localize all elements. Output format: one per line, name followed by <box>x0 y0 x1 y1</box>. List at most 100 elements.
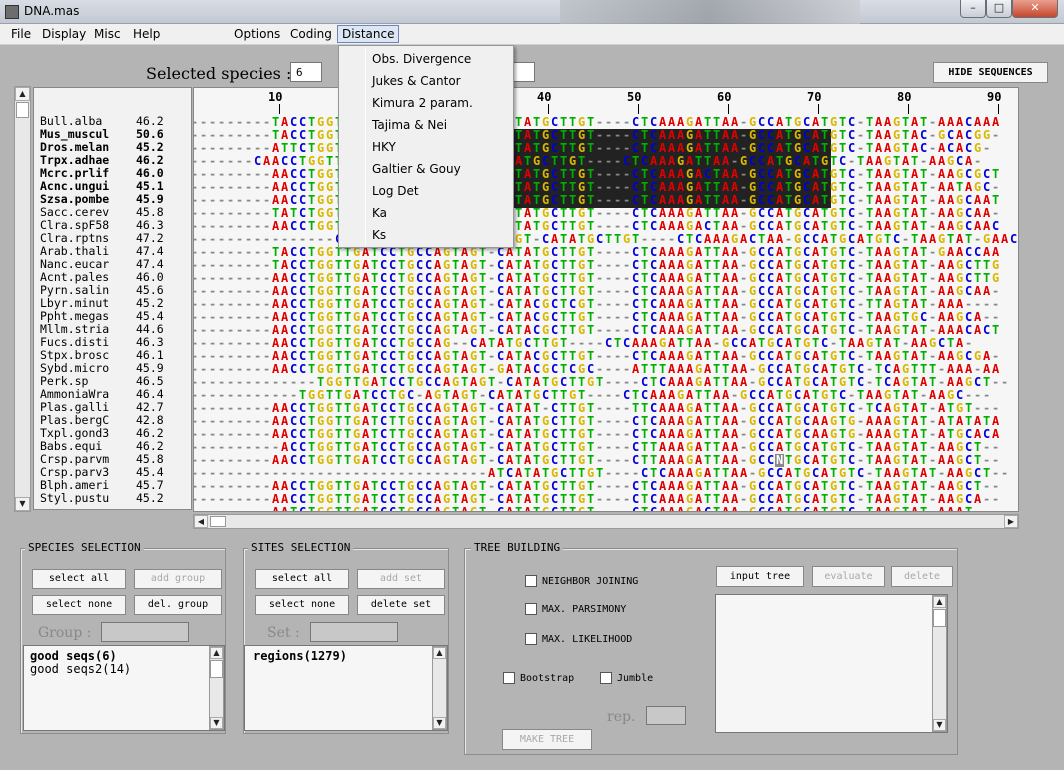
del-group-button[interactable]: del. group <box>134 595 222 615</box>
max-likelihood-checkbox[interactable] <box>525 633 537 645</box>
sites-select-none-button[interactable]: select none <box>255 595 349 615</box>
group-list-item[interactable]: good seqs2(14) <box>30 663 218 676</box>
rep-field[interactable] <box>646 706 686 725</box>
distance-menu-item[interactable]: Galtier & Gouy <box>372 162 461 176</box>
species-gc-percent: 46.5 <box>136 374 164 388</box>
window-title: DNA.mas <box>24 4 80 18</box>
tree-building-box: TREE BUILDING NEIGHBOR JOINING MAX. PARS… <box>464 541 958 755</box>
close-button[interactable]: ✕ <box>1012 0 1058 18</box>
set-name-field[interactable] <box>310 622 398 642</box>
distance-menu-item[interactable]: Tajima & Nei <box>372 118 447 132</box>
bootstrap-checkbox[interactable] <box>503 672 515 684</box>
species-gc-percent: 46.3 <box>136 218 164 232</box>
distance-menu-item[interactable]: Jukes & Cantor <box>372 74 461 88</box>
menu-help[interactable]: Help <box>133 27 160 41</box>
ruler-tick-mark <box>998 104 999 114</box>
menu-display[interactable]: Display <box>42 27 86 41</box>
scroll-thumb[interactable] <box>16 102 29 118</box>
groups-scroll-up[interactable]: ▲ <box>210 647 223 659</box>
tree-scroll-up[interactable]: ▲ <box>933 596 946 608</box>
scroll-right-arrow[interactable]: ▶ <box>1004 515 1018 528</box>
species-select-all-button[interactable]: select all <box>32 569 126 589</box>
species-gc-percent: 47.2 <box>136 231 164 245</box>
add-set-button[interactable]: add set <box>357 569 445 589</box>
tree-listbox[interactable]: ▲ ▼ <box>715 594 948 733</box>
species-row[interactable]: Styl.pustu 45.2 <box>40 492 164 505</box>
set-label: Set : <box>267 625 300 641</box>
menu-distance[interactable]: Distance <box>337 25 400 43</box>
species-gc-percent: 42.7 <box>136 400 164 414</box>
app-icon <box>5 5 19 19</box>
tree-vscroll[interactable]: ▲ ▼ <box>932 595 947 732</box>
species-gc-percent: 45.2 <box>136 140 164 154</box>
scroll-left-arrow[interactable]: ◀ <box>194 515 208 528</box>
hscroll-thumb[interactable] <box>210 516 226 527</box>
species-gc-percent: 45.9 <box>136 361 164 375</box>
add-group-button[interactable]: add group <box>134 569 222 589</box>
tree-scroll-thumb[interactable] <box>933 609 946 627</box>
sites-selection-box: SITES SELECTION select all add set selec… <box>243 541 449 734</box>
species-name: Styl.pustu <box>40 491 110 505</box>
tree-scroll-down[interactable]: ▼ <box>933 719 946 731</box>
groups-vscroll[interactable]: ▲ ▼ <box>209 646 224 730</box>
menu-file[interactable]: File <box>11 27 31 41</box>
species-gc-percent: 45.4 <box>136 309 164 323</box>
delete-set-button[interactable]: delete set <box>357 595 445 615</box>
max-parsimony-checkbox[interactable] <box>525 603 537 615</box>
group-name-field[interactable] <box>101 622 189 642</box>
scroll-up-arrow[interactable]: ▲ <box>15 87 30 101</box>
maximize-button[interactable]: □ <box>986 0 1012 18</box>
delete-tree-button[interactable]: delete <box>891 566 953 587</box>
set-list-item[interactable]: regions(1279) <box>253 650 439 663</box>
neighbor-joining-checkbox[interactable] <box>525 575 537 587</box>
distance-menu-item[interactable]: Ka <box>372 206 387 220</box>
menu-options[interactable]: Options <box>234 27 280 41</box>
species-gc-percent: 46.0 <box>136 166 164 180</box>
sites-select-all-button[interactable]: select all <box>255 569 349 589</box>
ruler-tick-label: 90 <box>987 90 1002 104</box>
sequence-row[interactable]: -------------------------------------AAT… <box>194 506 1000 512</box>
minimize-button[interactable]: – <box>960 0 986 18</box>
groups-listbox[interactable]: good seqs(6) good seqs2(14) ▲ ▼ <box>23 645 225 731</box>
evaluate-button[interactable]: evaluate <box>812 566 885 587</box>
sequence-panel: 10 40 50 60 70 80 90 -------------------------… <box>193 87 1019 512</box>
input-tree-button[interactable]: input tree <box>716 566 804 587</box>
group-label: Group : <box>38 625 92 641</box>
groups-scroll-down[interactable]: ▼ <box>210 717 223 729</box>
species-selection-box: SPECIES SELECTION select all add group s… <box>20 541 226 734</box>
alignment-hscroll[interactable]: ◀ ▶ <box>193 514 1019 529</box>
hide-sequences-button[interactable]: HIDE SEQUENCES <box>933 62 1048 83</box>
sets-scroll-up[interactable]: ▲ <box>433 647 446 659</box>
ruler-tick-mark <box>548 104 549 114</box>
ruler-tick-mark <box>279 104 280 114</box>
ruler-tick-label: 60 <box>717 90 732 104</box>
species-gc-percent: 44.6 <box>136 322 164 336</box>
menu-misc[interactable]: Misc <box>94 27 121 41</box>
make-tree-button[interactable]: MAKE TREE <box>502 729 592 750</box>
groups-scroll-thumb[interactable] <box>210 660 223 678</box>
species-gc-percent: 50.6 <box>136 127 164 141</box>
ruler-tick-label: 50 <box>627 90 642 104</box>
jumble-checkbox[interactable] <box>600 672 612 684</box>
distance-menu-dropdown: Obs. Divergence Jukes & Cantor Kimura 2 pa… <box>338 45 514 248</box>
scroll-down-arrow[interactable]: ▼ <box>15 497 30 511</box>
distance-menu-item[interactable]: HKY <box>372 140 396 154</box>
distance-menu-item[interactable]: Ks <box>372 228 386 242</box>
species-select-none-button[interactable]: select none <box>32 595 126 615</box>
species-gc-percent: 47.4 <box>136 257 164 271</box>
alignment-vscroll[interactable]: ▲ ▼ <box>14 86 31 512</box>
selected-species-field[interactable]: 6 <box>290 62 322 82</box>
species-gc-percent: 45.8 <box>136 452 164 466</box>
neighbor-joining-label: NEIGHBOR JOINING <box>542 576 639 587</box>
sets-listbox[interactable]: regions(1279) ▲ ▼ <box>244 645 448 731</box>
sets-scroll-down[interactable]: ▼ <box>433 717 446 729</box>
distance-menu-item[interactable]: Obs. Divergence <box>372 52 471 66</box>
species-gc-percent: 46.2 <box>136 114 164 128</box>
menu-coding[interactable]: Coding <box>290 27 332 41</box>
ruler-tick-mark <box>728 104 729 114</box>
sets-vscroll[interactable]: ▲ ▼ <box>432 646 447 730</box>
species-gc-percent: 47.4 <box>136 244 164 258</box>
distance-menu-item[interactable]: Log Det <box>372 184 419 198</box>
rep-label: rep. <box>607 709 636 725</box>
distance-menu-item[interactable]: Kimura 2 param. <box>372 96 473 110</box>
